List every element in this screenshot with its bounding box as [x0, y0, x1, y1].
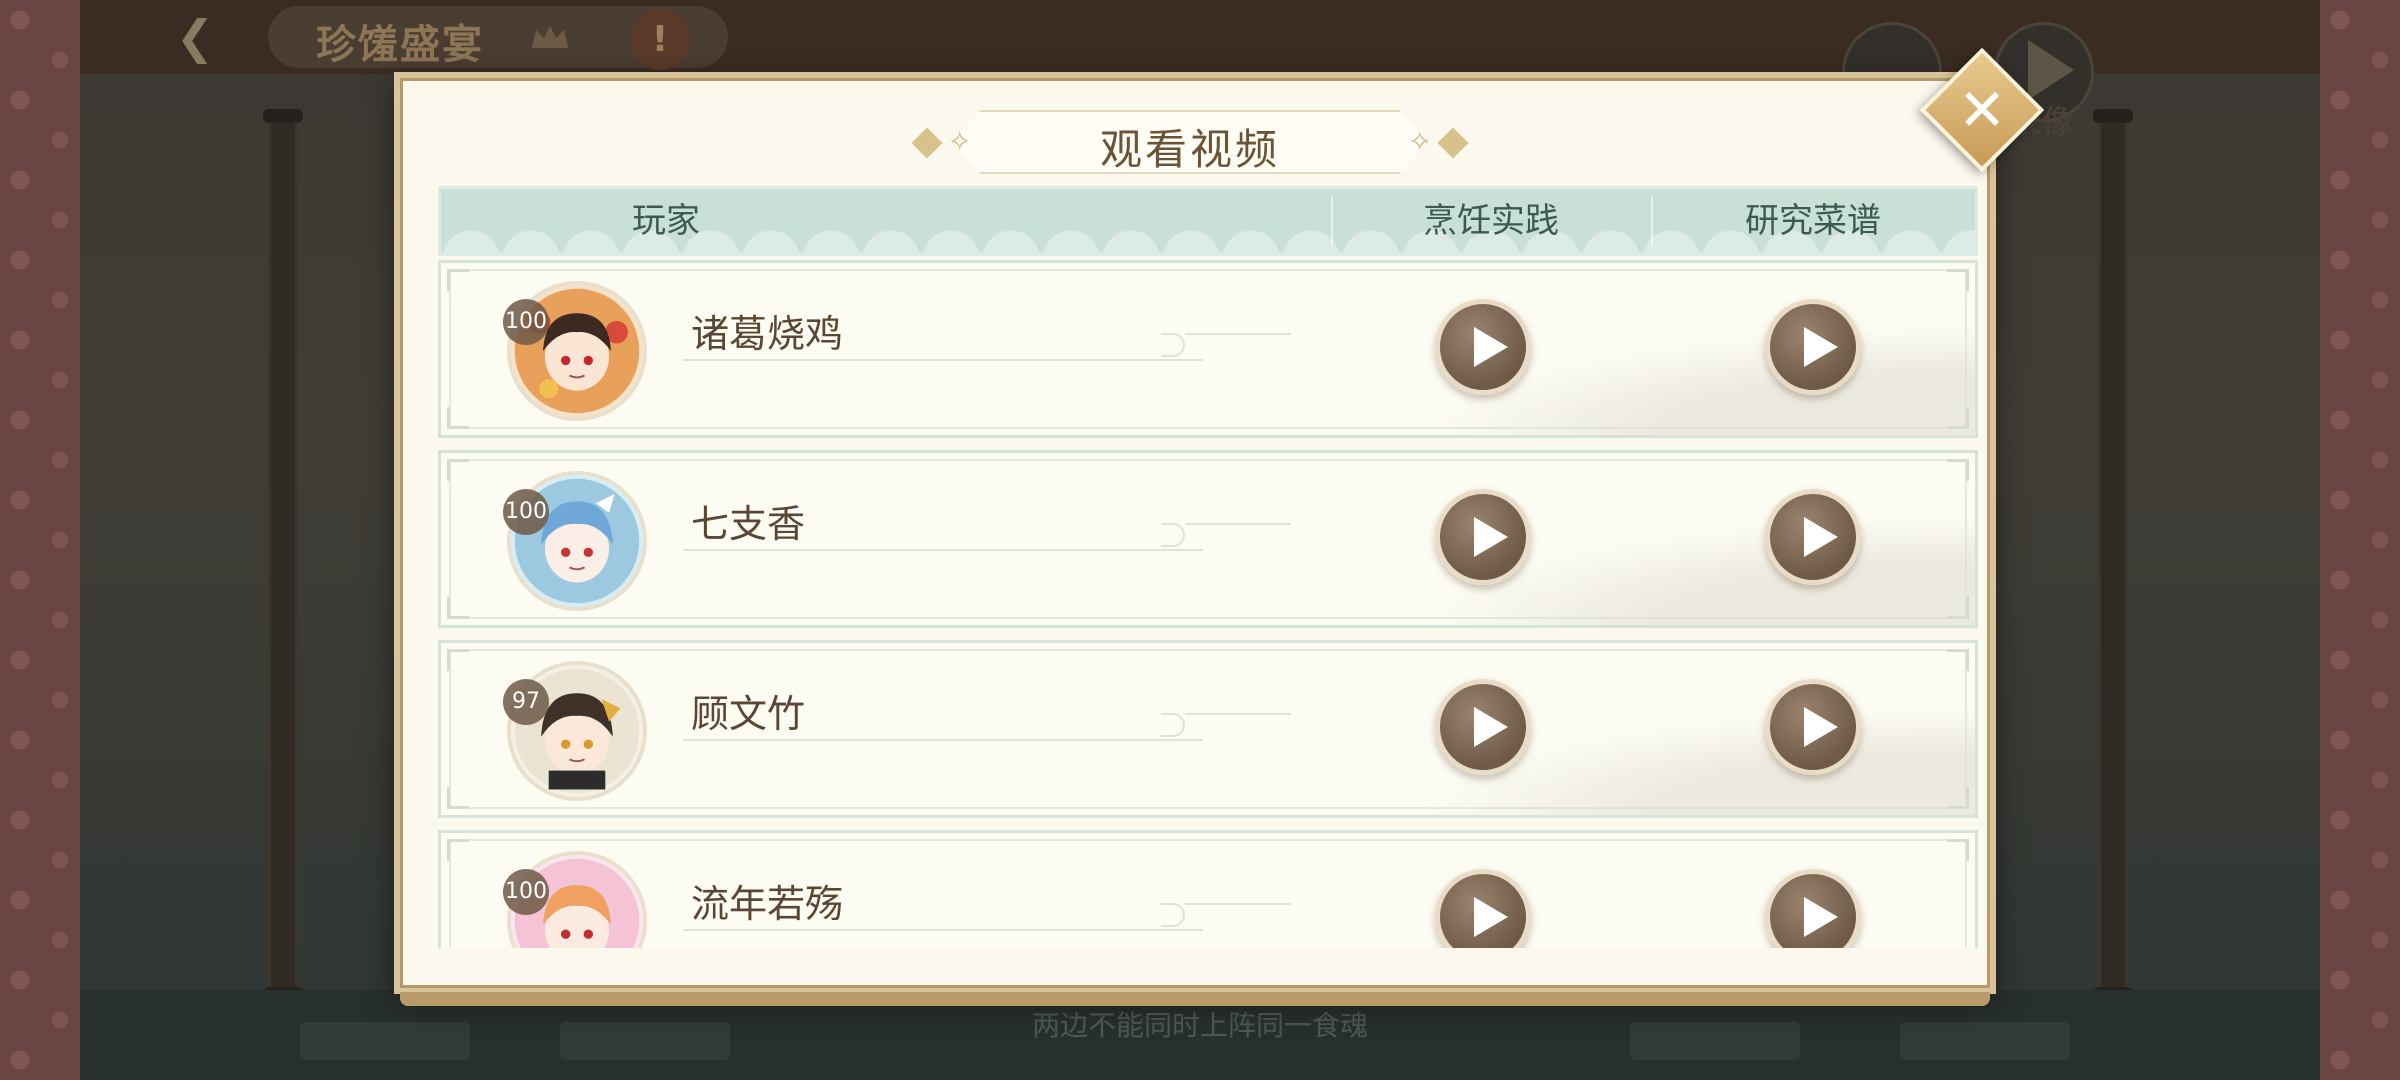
dialog-title: 观看视频: [1099, 125, 1280, 174]
play-icon: [1804, 707, 1838, 747]
name-ornament: [1161, 713, 1185, 737]
watch-video-dialog: ✧ ✧ 观看视频 玩家 烹饪实践 研究菜谱 100 诸葛烧鸡 100 七支香 9…: [394, 72, 1996, 1006]
column-header-cooking: 烹饪实践: [1423, 201, 1559, 241]
back-arrow-icon[interactable]: ❮: [160, 8, 230, 66]
scroll-rod-left: [263, 109, 303, 1001]
play-recipe-video-button[interactable]: [1765, 489, 1861, 585]
table-row: 97 顾文竹: [438, 640, 1978, 818]
footer-note: 两边不能同时上阵同一食魂: [1031, 1009, 1368, 1042]
name-ornament: [1161, 523, 1185, 547]
corner-ornament: [447, 407, 469, 429]
name-ornament: [1161, 333, 1185, 357]
play-icon: [1474, 517, 1508, 557]
name-underline: [683, 359, 1203, 361]
table-row: 100 诸葛烧鸡: [438, 260, 1978, 438]
right-border-pattern: [2320, 0, 2400, 1080]
warning-icon[interactable]: !: [630, 10, 690, 70]
corner-ornament: [447, 597, 469, 619]
corner-ornament: [447, 839, 469, 861]
table-row: 100 流年若殇: [438, 830, 1978, 948]
level-badge: 100: [503, 869, 549, 915]
record-play-icon: [2028, 40, 2074, 100]
name-underline: [683, 549, 1203, 551]
level-badge: 100: [503, 299, 549, 345]
corner-ornament: [1947, 649, 1969, 671]
corner-ornament: [447, 649, 469, 671]
play-icon: [1804, 327, 1838, 367]
play-icon: [1804, 897, 1838, 937]
scene-title: 珍馐盛宴: [316, 21, 484, 68]
name-ornament: [1161, 903, 1185, 927]
play-icon: [1474, 327, 1508, 367]
left-border-pattern: [0, 0, 80, 1080]
name-ornament: [1185, 713, 1291, 715]
corner-ornament: [1947, 787, 1969, 809]
name-underline: [683, 929, 1203, 931]
table-header: 玩家 烹饪实践 研究菜谱: [438, 186, 1978, 256]
table-row: 100 七支香: [438, 450, 1978, 628]
level-badge: 100: [503, 489, 549, 535]
corner-ornament: [1947, 407, 1969, 429]
play-cooking-video-button[interactable]: [1435, 679, 1531, 775]
corner-ornament: [447, 269, 469, 291]
play-icon: [1804, 517, 1838, 557]
column-header-player: 玩家: [632, 201, 700, 241]
play-icon: [1474, 897, 1508, 937]
corner-ornament: [1947, 597, 1969, 619]
player-name: 诸葛烧鸡: [691, 312, 844, 356]
play-cooking-video-button[interactable]: [1435, 299, 1531, 395]
close-icon[interactable]: ✕: [1938, 66, 2026, 154]
player-list[interactable]: 100 诸葛烧鸡 100 七支香 97 顾文竹 100 流年若殇: [438, 260, 1978, 948]
play-recipe-video-button[interactable]: [1765, 679, 1861, 775]
play-recipe-video-button[interactable]: [1765, 299, 1861, 395]
name-ornament: [1185, 523, 1291, 525]
play-icon: [1474, 707, 1508, 747]
row-frame: [449, 839, 1967, 948]
column-header-recipe: 研究菜谱: [1745, 201, 1881, 241]
player-name: 七支香: [691, 502, 806, 546]
play-cooking-video-button[interactable]: [1435, 489, 1531, 585]
name-ornament: [1185, 333, 1291, 335]
corner-ornament: [447, 787, 469, 809]
corner-ornament: [1947, 839, 1969, 861]
corner-ornament: [447, 459, 469, 481]
crown-icon[interactable]: [530, 22, 570, 52]
player-name: 流年若殇: [691, 882, 844, 926]
player-name: 顾文竹: [691, 692, 806, 736]
name-ornament: [1185, 903, 1291, 905]
dialog-title-banner: ✧ ✧ 观看视频: [910, 110, 1470, 174]
corner-ornament: [1947, 459, 1969, 481]
corner-ornament: [1947, 269, 1969, 291]
name-underline: [683, 739, 1203, 741]
level-badge: 97: [503, 679, 549, 725]
scroll-rod-right: [2093, 109, 2133, 1001]
